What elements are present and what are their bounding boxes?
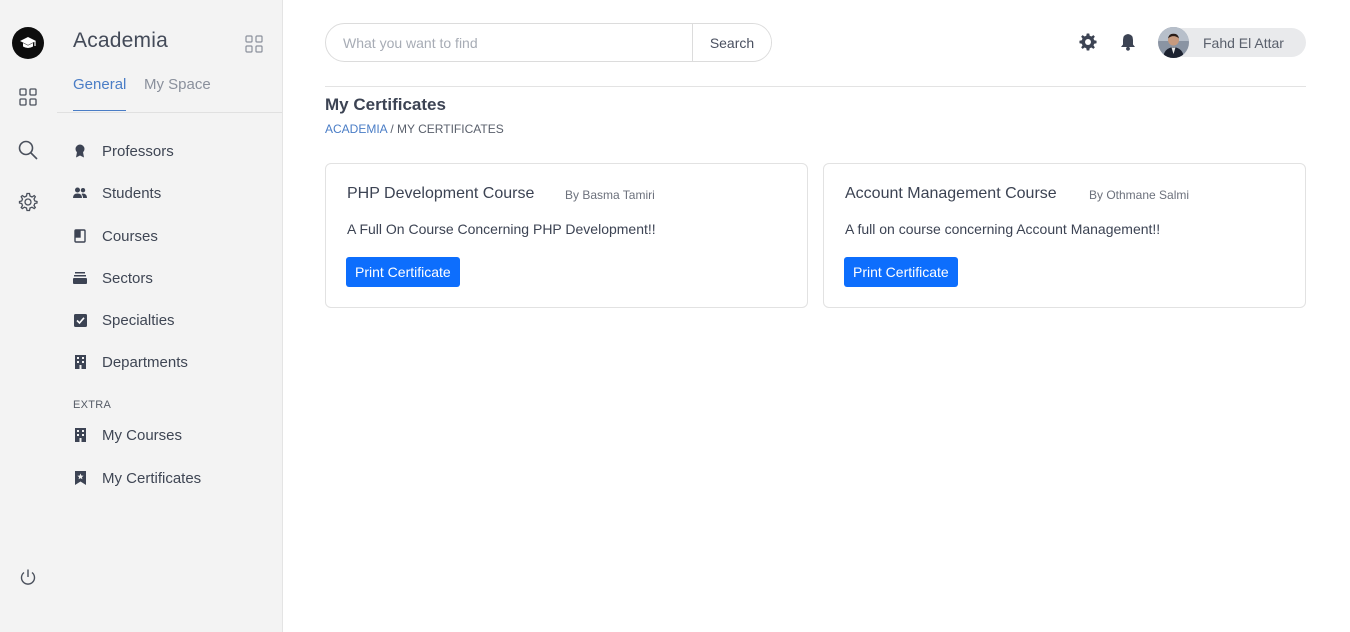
- avatar: [1158, 27, 1189, 58]
- section-label-extra: EXTRA: [73, 399, 112, 411]
- award-icon: [73, 144, 87, 158]
- sidebar-item-label: Specialties: [102, 311, 175, 329]
- sidebar-item-my-courses[interactable]: My Courses: [73, 423, 273, 447]
- sidebar-item-my-certificates[interactable]: My Certificates: [73, 466, 273, 490]
- certificate-card: PHP Development Course By Basma Tamiri A…: [325, 163, 808, 308]
- settings-gear-icon[interactable]: [1078, 32, 1098, 52]
- sidebar-item-label: Departments: [102, 353, 188, 371]
- sidebar-item-label: My Certificates: [102, 469, 202, 487]
- course-author: By Basma Tamiri: [565, 188, 655, 202]
- bookmark-icon: [73, 471, 87, 485]
- sidebar: Academia General My Space Professors Stu…: [57, 0, 283, 632]
- building-icon: [73, 428, 87, 442]
- checkbox-icon: [73, 313, 87, 327]
- sidebar-item-courses[interactable]: Courses: [73, 224, 273, 248]
- page-title: My Certificates: [325, 95, 446, 114]
- print-certificate-button[interactable]: Print Certificate: [346, 257, 460, 287]
- apps-grid-icon[interactable]: [245, 35, 263, 53]
- breadcrumb: ACADEMIA / MY CERTIFICATES: [325, 122, 504, 136]
- bell-icon[interactable]: [1118, 32, 1138, 52]
- power-icon[interactable]: [16, 565, 40, 589]
- course-description: A Full On Course Concerning PHP Developm…: [347, 221, 656, 237]
- sidebar-item-students[interactable]: Students: [73, 181, 273, 205]
- course-title: Account Management Course: [845, 185, 1057, 202]
- sidebar-item-professors[interactable]: Professors: [73, 139, 273, 163]
- icon-rail: [0, 0, 57, 632]
- sidebar-item-label: Professors: [102, 142, 174, 160]
- print-certificate-button[interactable]: Print Certificate: [844, 257, 958, 287]
- sidebar-item-label: Students: [102, 184, 162, 202]
- building-icon: [73, 355, 87, 369]
- user-name: Fahd El Attar: [1203, 34, 1284, 51]
- certificate-card: Account Management Course By Othmane Sal…: [823, 163, 1306, 308]
- grid-icon[interactable]: [16, 85, 40, 109]
- graduation-cap-icon[interactable]: [12, 27, 44, 59]
- main-content: Search Fahd El Attar My Certificates: [283, 0, 1350, 632]
- gear-icon[interactable]: [16, 190, 40, 214]
- sidebar-item-specialties[interactable]: Specialties: [73, 308, 273, 332]
- sidebar-tabs: General My Space: [57, 74, 282, 113]
- sidebar-item-label: Sectors: [102, 269, 153, 287]
- stack-icon: [73, 271, 87, 285]
- course-author: By Othmane Salmi: [1089, 188, 1190, 202]
- search-input[interactable]: [326, 24, 692, 61]
- course-description: A full on course concerning Account Mana…: [845, 221, 1161, 237]
- people-icon: [73, 186, 87, 200]
- user-menu[interactable]: Fahd El Attar: [1158, 27, 1306, 58]
- tab-my-space[interactable]: My Space: [144, 76, 211, 93]
- journal-icon: [73, 229, 87, 243]
- sidebar-item-label: My Courses: [102, 426, 183, 444]
- header-divider: [325, 86, 1306, 87]
- tab-general[interactable]: General: [73, 76, 127, 111]
- app-brand: Academia: [73, 29, 168, 52]
- search-bar: Search: [325, 23, 772, 62]
- course-title: PHP Development Course: [347, 185, 535, 202]
- breadcrumb-current: / MY CERTIFICATES: [387, 122, 504, 136]
- breadcrumb-root-link[interactable]: ACADEMIA: [325, 122, 387, 136]
- sidebar-item-departments[interactable]: Departments: [73, 350, 273, 374]
- search-icon[interactable]: [16, 138, 40, 162]
- sidebar-item-label: Courses: [102, 227, 158, 245]
- sidebar-item-sectors[interactable]: Sectors: [73, 266, 273, 290]
- search-button[interactable]: Search: [692, 24, 771, 61]
